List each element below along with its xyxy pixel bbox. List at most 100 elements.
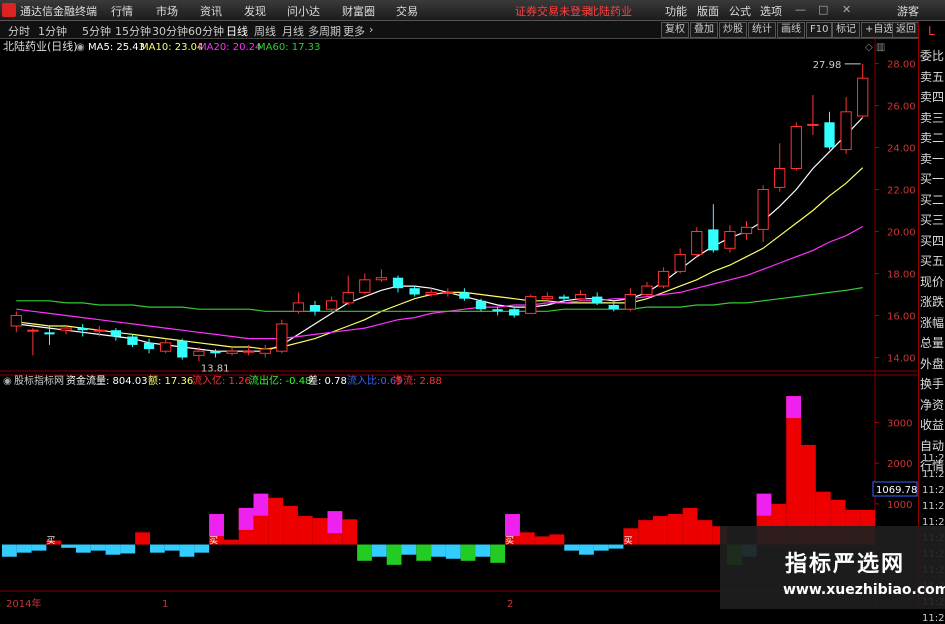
outflow-bar: [357, 544, 372, 561]
candle-up: [60, 327, 72, 331]
period-15min[interactable]: 15分钟: [115, 23, 151, 39]
candle-up: [757, 189, 769, 230]
menu-banmian[interactable]: 版面: [697, 3, 719, 19]
xaxis-label-jan: 1: [162, 599, 168, 609]
panel-label-19[interactable]: 自动: [920, 437, 944, 454]
panel-label-6[interactable]: 买一: [920, 170, 944, 187]
menu-shichang[interactable]: 市场: [156, 3, 178, 19]
xaxis-label-feb: 2: [507, 599, 513, 609]
inflow-bar: [519, 532, 535, 545]
candle-up: [807, 123, 819, 126]
panel-time-3: 11:28: [922, 501, 945, 512]
outflow-bar: [445, 544, 461, 559]
inflow-bar: [667, 514, 683, 545]
panel-label-8[interactable]: 买三: [920, 211, 944, 228]
menu-hangqing[interactable]: 行情: [111, 3, 133, 19]
period-more[interactable]: 更多: [343, 23, 365, 39]
panel-label-1[interactable]: 卖五: [920, 68, 944, 85]
tool-diejia[interactable]: 叠加: [690, 22, 718, 38]
tool-fanhui[interactable]: 返回: [892, 22, 920, 38]
inflow-bar: [312, 518, 328, 545]
settings-icon[interactable]: ◉: [76, 42, 85, 53]
login-status[interactable]: 证券交易未登录: [515, 3, 592, 19]
panel-label-13[interactable]: 涨幅: [920, 314, 944, 331]
panel-label-16[interactable]: 换手: [920, 375, 944, 392]
period-daily[interactable]: 日线: [226, 23, 248, 39]
panel-label-2[interactable]: 卖四: [920, 88, 944, 105]
candle-up: [442, 291, 454, 294]
watermark-url: www.xuezhibiao.com: [783, 582, 945, 598]
candle-up: [724, 231, 736, 249]
watermark-title: 指标严选网: [785, 552, 906, 577]
guest-button[interactable]: 游客: [897, 3, 919, 19]
panel-label-4[interactable]: 卖二: [920, 129, 944, 146]
tool-chaogu[interactable]: 炒股: [719, 22, 747, 38]
panel-label-9[interactable]: 买四: [920, 232, 944, 249]
panel-label-11[interactable]: 现价: [920, 273, 944, 290]
maximize-icon[interactable]: □: [818, 3, 828, 16]
candle-up: [292, 302, 305, 312]
period-60min[interactable]: 60分钟: [188, 23, 224, 39]
buy-marker: 买: [505, 536, 514, 547]
period-multi[interactable]: 多周期: [308, 23, 341, 39]
candle-up: [641, 285, 653, 296]
candle-up: [740, 226, 753, 235]
close-icon[interactable]: ✕: [842, 3, 851, 16]
panel-label-5[interactable]: 卖一: [920, 150, 944, 167]
panel-label-15[interactable]: 外盘: [920, 355, 944, 372]
tool-tongji[interactable]: 统计: [748, 22, 776, 38]
panel-label-10[interactable]: 买五: [920, 252, 944, 269]
menu-jiaoyi[interactable]: 交易: [396, 3, 418, 19]
panel-label-3[interactable]: 卖三: [920, 109, 944, 126]
chart-diamond-icon[interactable]: ◇ ▥: [865, 42, 885, 53]
panel-label-12[interactable]: 涨跌: [920, 293, 944, 310]
menu-gongshi[interactable]: 公式: [729, 3, 751, 19]
panel-label-7[interactable]: 买二: [920, 191, 944, 208]
panel-label-14[interactable]: 总量: [920, 334, 944, 351]
candle-down: [210, 351, 221, 354]
candle-down: [143, 342, 155, 350]
minimize-icon[interactable]: —: [795, 3, 806, 16]
period-1min[interactable]: 1分钟: [38, 23, 67, 39]
app-title: 通达信金融终端: [20, 5, 97, 18]
tool-fuquan[interactable]: 复权: [661, 22, 689, 38]
tool-biaoji[interactable]: 标记: [832, 22, 860, 38]
period-weekly[interactable]: 周线: [254, 23, 276, 39]
ytick-label: 28.00: [887, 60, 916, 71]
panel-label-18[interactable]: 收益: [920, 416, 944, 433]
tool-huaxian[interactable]: 画线: [777, 22, 805, 38]
menu-faxian[interactable]: 发现: [244, 3, 266, 19]
period-30min[interactable]: 30分钟: [152, 23, 188, 39]
period-fenshi[interactable]: 分时: [8, 23, 30, 39]
ma20-label: MA20: 20.24: [198, 42, 261, 53]
candle-up: [425, 291, 437, 295]
candle-up: [242, 350, 255, 353]
right-quote-panel[interactable]: L 委比卖五卖四卖三卖二卖一买一买二买三买四买五现价涨跌涨幅总量外盘换手净资收益…: [918, 21, 945, 624]
inflow-bar: [135, 532, 150, 545]
chart-area[interactable]: 28.00 26.00 24.00 22.00 20.00 18.00 16.00 14.00…: [0, 38, 918, 609]
outflow-bar: [475, 544, 491, 557]
menu-zixun[interactable]: 资讯: [200, 3, 222, 19]
period-5min[interactable]: 5分钟: [82, 23, 111, 39]
candle-up: [657, 270, 670, 287]
chevron-right-icon[interactable]: ›: [369, 23, 373, 36]
menu-gongneng[interactable]: 功能: [665, 3, 687, 19]
menu-caifuquan[interactable]: 财富圈: [342, 3, 375, 19]
panel-label-17[interactable]: 净资: [920, 396, 944, 413]
panel-label-0[interactable]: 委比: [920, 47, 944, 64]
candle-up: [325, 300, 338, 310]
outflow-label: 流出亿: -0.48: [249, 374, 311, 387]
menu-wenxiaoda[interactable]: 问小达: [287, 3, 320, 19]
indicator-settings-icon[interactable]: ◉: [3, 376, 12, 387]
panel-toggle-icon[interactable]: L: [928, 24, 935, 38]
menu-xuanxiang[interactable]: 选项: [760, 3, 782, 19]
candle-down: [708, 229, 719, 251]
net-label: 净流: 2.88: [393, 374, 442, 387]
panel-time-0: 11:29: [922, 453, 945, 464]
ytick-label: 20.00: [887, 228, 916, 239]
period-monthly[interactable]: 月线: [282, 23, 304, 39]
panel-time-10: 11:29: [922, 613, 945, 624]
inflow-bar: [549, 534, 565, 545]
tool-f10[interactable]: F10: [806, 22, 833, 38]
candle-up: [541, 296, 554, 300]
